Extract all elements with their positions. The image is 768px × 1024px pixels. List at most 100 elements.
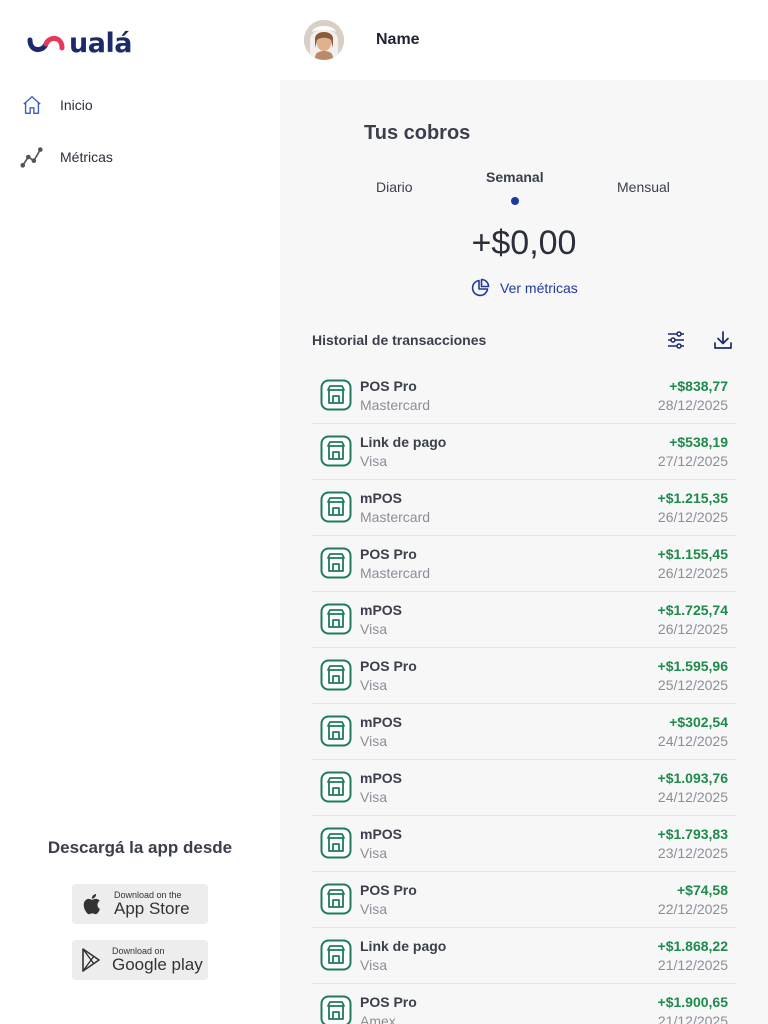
transaction-date: 26/12/2025 bbox=[657, 565, 728, 581]
app-store-big-text: App Store bbox=[114, 899, 190, 918]
transaction-amount: +$1.900,65 bbox=[657, 994, 728, 1010]
metrics-icon bbox=[20, 145, 44, 169]
store-icon bbox=[320, 827, 352, 859]
transaction-row[interactable]: POS Pro Visa +$1.595,96 25/12/2025 bbox=[312, 648, 736, 704]
user-name: Name bbox=[376, 31, 420, 48]
pie-chart-icon bbox=[471, 278, 490, 297]
transaction-amount: +$1.868,22 bbox=[657, 938, 728, 954]
transaction-row[interactable]: mPOS Visa +$1.793,83 23/12/2025 bbox=[312, 816, 736, 872]
transaction-row[interactable]: Link de pago Visa +$1.868,22 21/12/2025 bbox=[312, 928, 736, 984]
history-title: Historial de transacciones bbox=[312, 332, 487, 348]
store-icon bbox=[320, 715, 352, 747]
transaction-row[interactable]: mPOS Visa +$1.093,76 24/12/2025 bbox=[312, 760, 736, 816]
download-title: Descargá la app desde bbox=[47, 838, 233, 857]
transaction-row[interactable]: mPOS Mastercard +$1.215,35 26/12/2025 bbox=[312, 480, 736, 536]
sidebar: ualá Inicio Métricas Descargá la app des… bbox=[0, 0, 280, 1024]
transaction-amount: +$1.215,35 bbox=[657, 490, 728, 506]
transaction-amount: +$838,77 bbox=[669, 378, 728, 394]
transaction-date: 28/12/2025 bbox=[657, 397, 728, 413]
transaction-amount: +$1.725,74 bbox=[657, 602, 728, 618]
uala-logo-mark-icon bbox=[27, 35, 65, 52]
avatar-image bbox=[304, 20, 344, 60]
store-icon bbox=[320, 771, 352, 803]
tab-semanal[interactable]: Semanal bbox=[486, 169, 544, 185]
store-icon bbox=[320, 379, 352, 411]
top-bar: Name bbox=[280, 0, 768, 80]
sidebar-item-metricas[interactable]: Métricas bbox=[20, 145, 113, 169]
transaction-row[interactable]: Link de pago Visa +$538,19 27/12/2025 bbox=[312, 424, 736, 480]
transaction-date: 24/12/2025 bbox=[657, 733, 728, 749]
transaction-name: mPOS bbox=[360, 770, 403, 786]
transaction-date: 26/12/2025 bbox=[657, 509, 728, 525]
transaction-date: 21/12/2025 bbox=[657, 957, 728, 973]
transaction-card: Visa bbox=[360, 789, 387, 805]
transaction-date: 27/12/2025 bbox=[657, 453, 728, 469]
transaction-name: mPOS bbox=[360, 714, 403, 730]
transaction-amount: +$1.793,83 bbox=[657, 826, 728, 842]
transaction-date: 26/12/2025 bbox=[657, 621, 728, 637]
transaction-row[interactable]: POS Pro Mastercard +$838,77 28/12/2025 bbox=[312, 368, 736, 424]
main-content: Tus cobros Diario Semanal Mensual +$0,00… bbox=[280, 80, 768, 1024]
transaction-amount: +$1.093,76 bbox=[657, 770, 728, 786]
ver-metricas-link[interactable]: Ver métricas bbox=[470, 278, 578, 298]
transaction-name: POS Pro bbox=[360, 994, 417, 1010]
avatar[interactable] bbox=[304, 20, 344, 60]
transaction-row[interactable]: POS Pro Mastercard +$1.155,45 26/12/2025 bbox=[312, 536, 736, 592]
transaction-row[interactable]: POS Pro Visa +$74,58 22/12/2025 bbox=[312, 872, 736, 928]
transaction-amount: +$74,58 bbox=[677, 882, 728, 898]
store-icon bbox=[320, 603, 352, 635]
transaction-name: Link de pago bbox=[360, 938, 447, 954]
transaction-card: Mastercard bbox=[360, 565, 431, 581]
store-icon bbox=[320, 883, 352, 915]
selected-tab-indicator bbox=[511, 197, 519, 205]
transaction-name: mPOS bbox=[360, 490, 403, 506]
transaction-row[interactable]: mPOS Visa +$302,54 24/12/2025 bbox=[312, 704, 736, 760]
transaction-card: Amex bbox=[360, 1013, 396, 1024]
store-icon bbox=[320, 659, 352, 691]
total-amount: +$0,00 bbox=[471, 224, 577, 262]
transaction-name: POS Pro bbox=[360, 882, 417, 898]
transaction-date: 21/12/2025 bbox=[657, 1013, 728, 1024]
tab-mensual[interactable]: Mensual bbox=[617, 179, 670, 195]
tab-diario[interactable]: Diario bbox=[376, 179, 413, 195]
download-icon[interactable] bbox=[712, 329, 734, 351]
home-icon bbox=[20, 93, 44, 117]
app-store-button[interactable]: Download on the App Store bbox=[72, 884, 208, 924]
transaction-card: Visa bbox=[360, 733, 387, 749]
transaction-date: 23/12/2025 bbox=[657, 845, 728, 861]
ver-metricas-label: Ver métricas bbox=[500, 280, 578, 296]
transaction-date: 25/12/2025 bbox=[657, 677, 728, 693]
transaction-card: Mastercard bbox=[360, 397, 431, 413]
store-icon bbox=[320, 939, 352, 971]
store-icon bbox=[320, 491, 352, 523]
page-title: Tus cobros bbox=[364, 122, 471, 144]
transaction-card: Visa bbox=[360, 453, 387, 469]
sidebar-item-inicio[interactable]: Inicio bbox=[20, 93, 93, 117]
transaction-amount: +$1.595,96 bbox=[657, 658, 728, 674]
transaction-name: POS Pro bbox=[360, 378, 417, 394]
google-play-big-text: Google play bbox=[112, 955, 203, 974]
sidebar-item-label: Inicio bbox=[60, 97, 93, 113]
transaction-card: Mastercard bbox=[360, 509, 431, 525]
uala-logo[interactable]: ualá bbox=[27, 28, 132, 59]
transaction-card: Visa bbox=[360, 957, 387, 973]
logo-text: ualá bbox=[69, 28, 132, 59]
transaction-date: 24/12/2025 bbox=[657, 789, 728, 805]
transaction-card: Visa bbox=[360, 901, 387, 917]
transactions-list: POS Pro Mastercard +$838,77 28/12/2025 L… bbox=[312, 368, 736, 1024]
transaction-row[interactable]: POS Pro Amex +$1.900,65 21/12/2025 bbox=[312, 984, 736, 1024]
apple-icon bbox=[83, 894, 100, 915]
google-play-icon bbox=[82, 948, 100, 972]
google-play-button[interactable]: Download on Google play bbox=[72, 940, 208, 980]
transaction-row[interactable]: mPOS Visa +$1.725,74 26/12/2025 bbox=[312, 592, 736, 648]
transaction-name: mPOS bbox=[360, 826, 403, 842]
transaction-name: POS Pro bbox=[360, 546, 417, 562]
transaction-card: Visa bbox=[360, 621, 387, 637]
transaction-name: Link de pago bbox=[360, 434, 447, 450]
filter-icon[interactable] bbox=[666, 330, 686, 350]
transaction-amount: +$538,19 bbox=[669, 434, 728, 450]
transaction-card: Visa bbox=[360, 845, 387, 861]
store-icon bbox=[320, 547, 352, 579]
transaction-name: mPOS bbox=[360, 602, 403, 618]
transaction-card: Visa bbox=[360, 677, 387, 693]
